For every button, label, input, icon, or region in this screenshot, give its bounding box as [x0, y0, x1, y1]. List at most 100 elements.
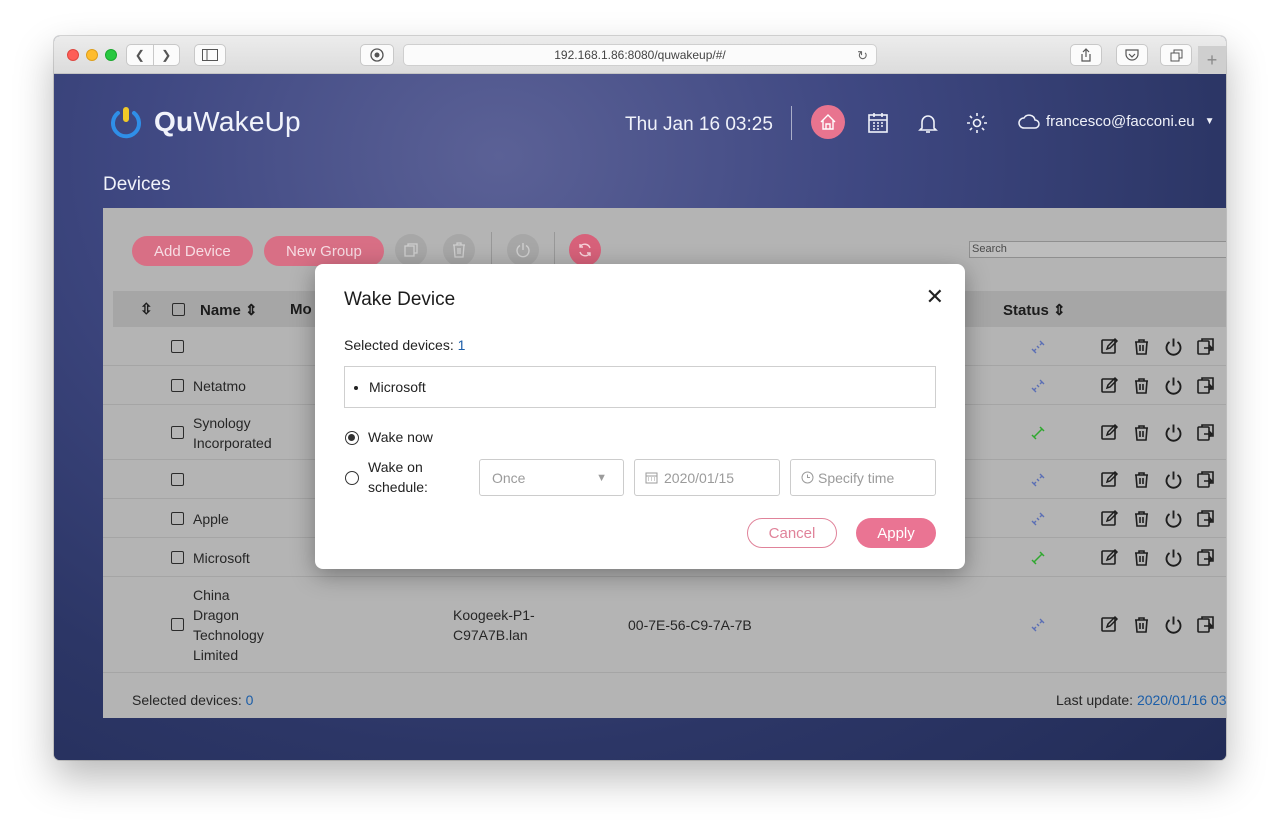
disconnected-icon — [1031, 618, 1045, 632]
app-logo[interactable]: QuWakeUp — [108, 104, 301, 140]
trash-icon[interactable] — [1132, 376, 1151, 395]
edit-icon[interactable] — [1100, 615, 1119, 634]
url-text: 192.168.1.86:8080/quwakeup/#/ — [554, 48, 726, 62]
home-button[interactable] — [811, 105, 845, 139]
wake-selected-button[interactable] — [507, 234, 539, 266]
move-to-group-icon[interactable] — [1196, 423, 1215, 442]
row-checkbox[interactable] — [171, 339, 184, 353]
sort-toggle-icon[interactable]: ⇳ — [140, 300, 153, 318]
row-checkbox[interactable] — [171, 511, 184, 525]
row-actions — [1100, 548, 1215, 567]
move-to-group-icon[interactable] — [1196, 548, 1215, 567]
new-group-button[interactable]: New Group — [264, 236, 384, 266]
row-checkbox[interactable] — [171, 618, 184, 631]
address-bar[interactable]: 192.168.1.86:8080/quwakeup/#/ ↻ — [403, 44, 877, 66]
power-icon[interactable] — [1164, 509, 1183, 528]
history-nav: ❮ ❯ — [126, 44, 180, 66]
row-actions — [1100, 615, 1215, 634]
power-icon[interactable] — [1164, 470, 1183, 489]
device-hostname: Koogeek-P1-C97A7B.lan — [453, 607, 535, 643]
edit-icon[interactable] — [1100, 470, 1119, 489]
share-button[interactable] — [1070, 44, 1102, 66]
refresh-button[interactable] — [569, 234, 601, 266]
sidebar-toggle-button[interactable] — [194, 44, 226, 66]
delete-selected-button[interactable] — [443, 234, 475, 266]
power-icon[interactable] — [1164, 423, 1183, 442]
page-title: Devices — [103, 174, 171, 195]
power-icon[interactable] — [1164, 337, 1183, 356]
move-to-group-icon[interactable] — [1196, 376, 1215, 395]
row-checkbox[interactable] — [171, 378, 184, 392]
user-menu[interactable]: francesco@facconi.eu ▼ — [1018, 113, 1215, 130]
trash-icon[interactable] — [1132, 423, 1151, 442]
reload-icon[interactable]: ↻ — [857, 48, 868, 64]
edit-icon[interactable] — [1100, 423, 1119, 442]
trash-icon[interactable] — [1132, 548, 1151, 567]
trash-icon[interactable] — [1132, 615, 1151, 634]
copy-button[interactable] — [395, 234, 427, 266]
back-icon[interactable]: ❮ — [127, 45, 153, 65]
move-to-group-icon[interactable] — [1196, 470, 1215, 489]
apply-button[interactable]: Apply — [856, 518, 936, 548]
header-status[interactable]: Status ⇕ — [1003, 301, 1066, 319]
zoom-window-button[interactable] — [105, 49, 117, 61]
power-icon[interactable] — [1164, 548, 1183, 567]
trash-icon — [453, 242, 465, 258]
trash-icon[interactable] — [1132, 470, 1151, 489]
edit-icon[interactable] — [1100, 548, 1119, 567]
frequency-value: Once — [492, 469, 526, 486]
edit-icon[interactable] — [1100, 509, 1119, 528]
date-input[interactable]: 2020/01/15 — [634, 459, 780, 496]
close-icon[interactable]: ✕ — [926, 286, 944, 308]
header-divider — [791, 106, 792, 140]
frequency-select[interactable]: Once ▼ — [479, 459, 624, 496]
privacy-report-button[interactable] — [360, 44, 394, 66]
row-actions — [1100, 423, 1215, 442]
table-row[interactable]: China Dragon Technology Limited Koogeek-P… — [103, 577, 1226, 673]
connected-icon — [1031, 550, 1045, 565]
cancel-button[interactable]: Cancel — [747, 518, 837, 548]
calendar-icon[interactable] — [866, 111, 890, 135]
wake-schedule-label: Wake on schedule: — [368, 459, 428, 495]
list-item: Microsoft — [369, 379, 426, 395]
wake-schedule-radio[interactable] — [345, 471, 359, 485]
header-model[interactable]: Mo — [290, 301, 312, 318]
row-checkbox[interactable] — [171, 472, 184, 486]
wake-now-radio[interactable] — [345, 431, 359, 445]
edit-icon[interactable] — [1100, 337, 1119, 356]
row-actions — [1100, 509, 1215, 528]
row-actions — [1100, 337, 1215, 356]
tabs-overview-button[interactable] — [1160, 44, 1192, 66]
refresh-icon — [579, 243, 591, 257]
row-checkbox[interactable] — [171, 425, 184, 439]
row-checkbox[interactable] — [171, 550, 184, 564]
new-tab-button[interactable]: + — [1198, 46, 1226, 74]
search-input[interactable]: Search — [969, 241, 1226, 258]
dialog-title: Wake Device — [344, 289, 456, 310]
add-device-button[interactable]: Add Device — [132, 236, 253, 266]
trash-icon[interactable] — [1132, 509, 1151, 528]
trash-icon[interactable] — [1132, 337, 1151, 356]
move-to-group-icon[interactable] — [1196, 509, 1215, 528]
time-input[interactable]: Specify time — [790, 459, 936, 496]
forward-icon[interactable]: ❯ — [152, 45, 180, 65]
browser-toolbar: ❮ ❯ 192.168.1.86:8080/quwakeup/#/ ↻ + — [54, 36, 1226, 74]
pocket-button[interactable] — [1116, 44, 1148, 66]
close-window-button[interactable] — [67, 49, 79, 61]
power-logo-icon — [111, 107, 141, 139]
calendar-icon — [645, 472, 658, 484]
minimize-window-button[interactable] — [86, 49, 98, 61]
move-to-group-icon[interactable] — [1196, 615, 1215, 634]
disconnected-icon — [1031, 340, 1045, 353]
gear-icon[interactable] — [965, 111, 989, 135]
move-to-group-icon[interactable] — [1196, 337, 1215, 356]
bell-icon[interactable] — [916, 111, 940, 135]
device-mac: 00-7E-56-C9-7A-7B — [628, 617, 752, 633]
power-icon[interactable] — [1164, 376, 1183, 395]
header-name[interactable]: Name ⇕ — [200, 301, 258, 319]
edit-icon[interactable] — [1100, 376, 1119, 395]
home-icon — [820, 114, 836, 130]
power-icon[interactable] — [1164, 615, 1183, 634]
select-all-checkbox[interactable] — [172, 303, 185, 316]
share-icon — [1081, 48, 1091, 62]
